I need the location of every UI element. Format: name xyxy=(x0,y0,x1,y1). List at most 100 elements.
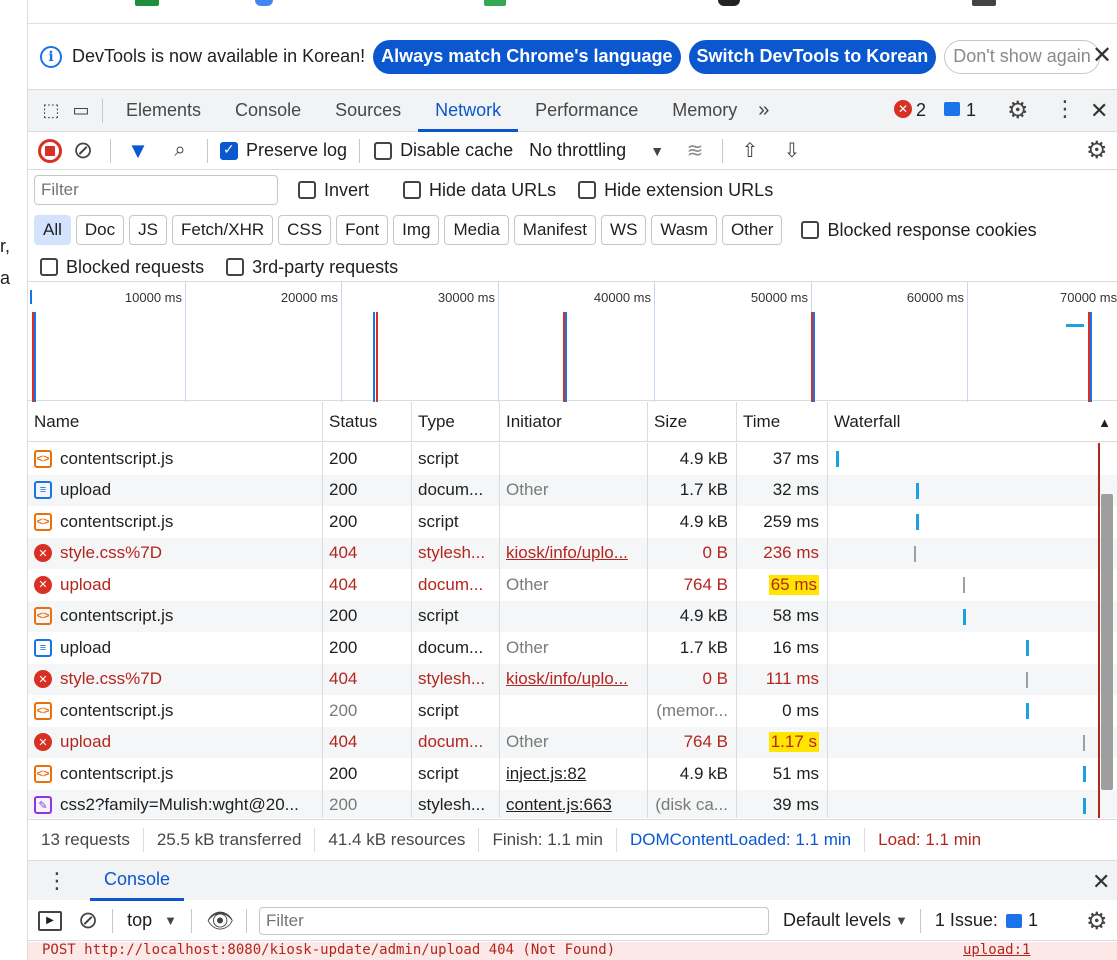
invert-checkbox[interactable] xyxy=(298,181,316,199)
issues-label[interactable]: 1 Issue: xyxy=(935,910,998,931)
cell-initiator[interactable]: kiosk/info/uplo... xyxy=(500,663,648,695)
type-filter-fetch-xhr[interactable]: Fetch/XHR xyxy=(171,215,274,245)
table-row[interactable]: ✕ style.css%7D 404 stylesh... kiosk/info/upl… xyxy=(28,537,1117,569)
cell-initiator[interactable]: inject.js:82 xyxy=(500,758,648,790)
sort-up-icon[interactable]: ▲ xyxy=(1098,415,1111,430)
column-header-status[interactable]: Status xyxy=(323,402,412,442)
cell-name[interactable]: <> contentscript.js xyxy=(28,695,323,727)
hide-extension-urls-checkbox[interactable] xyxy=(578,181,597,199)
type-filter-css[interactable]: CSS xyxy=(278,215,332,245)
table-row[interactable]: <> contentscript.js 200 script 4.9 kB 37 ms xyxy=(28,443,1117,475)
context-selector[interactable]: top xyxy=(127,910,152,931)
type-filter-other[interactable]: Other xyxy=(721,215,783,245)
column-header-name[interactable]: Name xyxy=(28,402,323,442)
table-row[interactable]: ≡ upload 200 docum... Other 1.7 kB 32 ms xyxy=(28,474,1117,506)
clear-console-icon[interactable]: ⊘ xyxy=(78,906,98,935)
table-row[interactable]: ✕ upload 404 docum... Other 764 B 1.17 s xyxy=(28,726,1117,758)
tab-memory[interactable]: Memory xyxy=(655,90,754,132)
cell-name[interactable]: ✕ upload xyxy=(28,726,323,758)
inspect-element-icon[interactable]: ⬚ xyxy=(36,100,66,121)
network-conditions-icon[interactable]: ≋ xyxy=(674,138,716,163)
tab-network[interactable]: Network xyxy=(418,90,519,132)
close-drawer-icon[interactable]: ✕ xyxy=(1092,869,1110,895)
cell-name[interactable]: ✕ style.css%7D xyxy=(28,663,323,695)
close-icon[interactable]: ✕ xyxy=(1092,44,1112,68)
chevron-down-icon[interactable]: ▼ xyxy=(895,913,908,928)
more-tabs-icon[interactable]: » xyxy=(758,99,769,122)
chevron-down-icon[interactable]: ▼ xyxy=(164,913,177,928)
kebab-menu-icon[interactable]: ⋮ xyxy=(1054,96,1076,122)
log-levels-select[interactable]: Default levels xyxy=(783,910,891,931)
drawer-menu-icon[interactable]: ⋮ xyxy=(46,868,68,894)
type-filter-font[interactable]: Font xyxy=(336,215,389,245)
table-row[interactable]: ✕ upload 404 docum... Other 764 B 65 ms xyxy=(28,569,1117,601)
chevron-down-icon[interactable]: ▼ xyxy=(650,143,664,159)
column-header-size[interactable]: Size xyxy=(648,402,737,442)
cell-name[interactable]: <> contentscript.js xyxy=(28,758,323,790)
column-header-waterfall[interactable]: Waterfall ▲ xyxy=(828,402,1117,442)
table-row[interactable]: ✕ style.css%7D 404 stylesh... kiosk/info/upl… xyxy=(28,663,1117,695)
network-overview[interactable]: 10000 ms 20000 ms 30000 ms 40000 ms 5000… xyxy=(28,281,1117,402)
drawer-tab-console[interactable]: Console xyxy=(90,861,185,901)
cell-name[interactable]: <> contentscript.js xyxy=(28,600,323,632)
type-filter-manifest[interactable]: Manifest xyxy=(513,215,597,245)
eye-icon[interactable]: 👁 xyxy=(206,908,234,934)
cell-name[interactable]: <> contentscript.js xyxy=(28,506,323,538)
preserve-log-checkbox[interactable] xyxy=(220,141,238,160)
settings-gear-icon[interactable]: ⚙ xyxy=(1007,96,1029,125)
cell-name[interactable]: ✎ css2?family=Mulish:wght@20... xyxy=(28,789,323,818)
cell-name[interactable]: ≡ upload xyxy=(28,632,323,664)
cell-initiator[interactable]: content.js:663 xyxy=(500,789,648,818)
switch-language-button[interactable]: Switch DevTools to Korean xyxy=(688,39,937,74)
disable-cache-checkbox[interactable] xyxy=(374,141,393,160)
throttling-select[interactable]: No throttling xyxy=(529,140,626,161)
tab-elements[interactable]: Elements xyxy=(109,90,218,132)
cell-name[interactable]: ✕ upload xyxy=(28,569,323,601)
cell-name[interactable]: ✕ style.css%7D xyxy=(28,537,323,569)
console-settings-gear-icon[interactable]: ⚙ xyxy=(1086,907,1108,936)
issues-count[interactable]: 1 xyxy=(1028,910,1038,931)
filter-funnel-icon[interactable]: ▼ xyxy=(117,138,159,164)
tab-console[interactable]: Console xyxy=(218,90,318,132)
table-row[interactable]: <> contentscript.js 200 script 4.9 kB 259 ms xyxy=(28,506,1117,538)
filter-input[interactable] xyxy=(34,175,278,205)
clear-icon[interactable]: ⊘ xyxy=(62,136,104,165)
blocked-requests-checkbox[interactable] xyxy=(40,258,58,276)
error-count[interactable]: 2 xyxy=(916,100,926,121)
type-filter-img[interactable]: Img xyxy=(393,215,440,245)
table-row[interactable]: ≡ upload 200 docum... Other 1.7 kB 16 ms xyxy=(28,632,1117,664)
issues-icon[interactable] xyxy=(1005,913,1022,928)
type-filter-js[interactable]: JS xyxy=(129,215,167,245)
import-har-icon[interactable]: ⇧ xyxy=(729,138,771,163)
type-filter-wasm[interactable]: Wasm xyxy=(651,215,717,245)
table-row[interactable]: <> contentscript.js 200 script (memor... 0 ms xyxy=(28,695,1117,727)
record-stop-icon[interactable] xyxy=(38,138,62,163)
dont-show-again-button[interactable]: Don't show again xyxy=(944,39,1100,74)
table-row[interactable]: <> contentscript.js 200 script inject.js:82 4… xyxy=(28,758,1117,790)
column-header-type[interactable]: Type xyxy=(412,402,500,442)
cell-initiator[interactable]: kiosk/info/uplo... xyxy=(500,537,648,569)
close-devtools-icon[interactable]: ✕ xyxy=(1090,98,1108,124)
type-filter-doc[interactable]: Doc xyxy=(75,215,125,245)
sidebar-toggle-icon[interactable]: ▶ xyxy=(38,910,62,931)
table-row[interactable]: <> contentscript.js 200 script 4.9 kB 58 ms xyxy=(28,600,1117,632)
console-error-source-link[interactable]: upload:1 xyxy=(963,942,1030,958)
search-icon[interactable]: ⌕ xyxy=(159,139,201,162)
tab-performance[interactable]: Performance xyxy=(518,90,655,132)
console-filter-input[interactable] xyxy=(258,906,769,935)
message-count[interactable]: 1 xyxy=(966,100,976,121)
type-filter-media[interactable]: Media xyxy=(444,215,509,245)
blocked-cookies-checkbox[interactable] xyxy=(801,221,820,239)
type-filter-ws[interactable]: WS xyxy=(601,215,647,245)
cell-name[interactable]: ≡ upload xyxy=(28,474,323,506)
message-badge-icon[interactable] xyxy=(944,102,960,116)
third-party-checkbox[interactable] xyxy=(226,258,245,276)
match-language-button[interactable]: Always match Chrome's language xyxy=(373,39,681,74)
cell-name[interactable]: <> contentscript.js xyxy=(28,443,323,475)
export-har-icon[interactable]: ⇩ xyxy=(771,138,813,163)
error-badge-icon[interactable]: ✕ xyxy=(894,100,912,118)
column-header-initiator[interactable]: Initiator xyxy=(500,402,648,442)
table-row[interactable]: ✎ css2?family=Mulish:wght@20... 200 stylesh… xyxy=(28,789,1117,818)
hide-data-urls-checkbox[interactable] xyxy=(403,181,422,199)
tab-sources[interactable]: Sources xyxy=(318,90,418,132)
